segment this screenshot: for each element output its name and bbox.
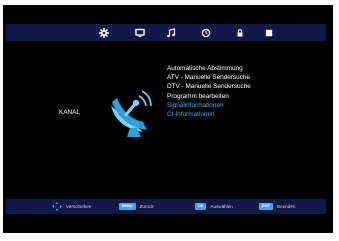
- screen: KANAL Automatische Abstimmung ATV - Manu…: [0, 0, 339, 241]
- lock-icon[interactable]: [233, 26, 247, 39]
- menu-item-ci-info[interactable]: CI-Informationen: [167, 110, 251, 119]
- ok-key-badge[interactable]: OK: [195, 203, 207, 210]
- menu-item-signal-info[interactable]: Signalinformationen: [167, 101, 251, 110]
- back-hint: MENU Zurück: [119, 202, 154, 211]
- satellite-dish-icon: [103, 88, 153, 138]
- section-label: KANAL: [59, 109, 80, 116]
- settings-gear-icon[interactable]: [97, 26, 111, 39]
- bottom-help-bar: Verschieben MENU Zurück OK Auswählen EXI…: [6, 199, 326, 214]
- menu-item-auto-tuning[interactable]: Automatische Abstimmung: [167, 64, 251, 73]
- back-label: Zurück: [139, 204, 154, 209]
- move-hint: Verschieben: [52, 202, 91, 211]
- monitor-icon[interactable]: [133, 26, 147, 39]
- exit-hint: EXIT Beenden: [259, 202, 295, 211]
- music-note-icon[interactable]: [164, 26, 178, 39]
- square-icon[interactable]: [262, 26, 276, 39]
- menu-item-dtv-manual-search[interactable]: DTV - Manuelle Sendersuche: [167, 82, 251, 91]
- top-menu-bar: [6, 24, 326, 41]
- select-hint: OK Auswählen: [195, 202, 233, 211]
- channel-menu: Automatische Abstimmung ATV - Manuelle S…: [167, 64, 251, 119]
- select-label: Auswählen: [210, 204, 233, 209]
- menu-key-badge[interactable]: MENU: [119, 203, 136, 210]
- menu-item-atv-manual-search[interactable]: ATV - Manuelle Sendersuche: [167, 73, 251, 82]
- move-label: Verschieben: [66, 204, 92, 209]
- direction-arrows-icon: [52, 202, 62, 211]
- clock-icon[interactable]: [199, 26, 213, 39]
- menu-item-program-edit[interactable]: Programm bearbeiten: [167, 92, 251, 101]
- exit-key-badge[interactable]: EXIT: [259, 203, 273, 210]
- exit-label: Beenden: [277, 204, 296, 209]
